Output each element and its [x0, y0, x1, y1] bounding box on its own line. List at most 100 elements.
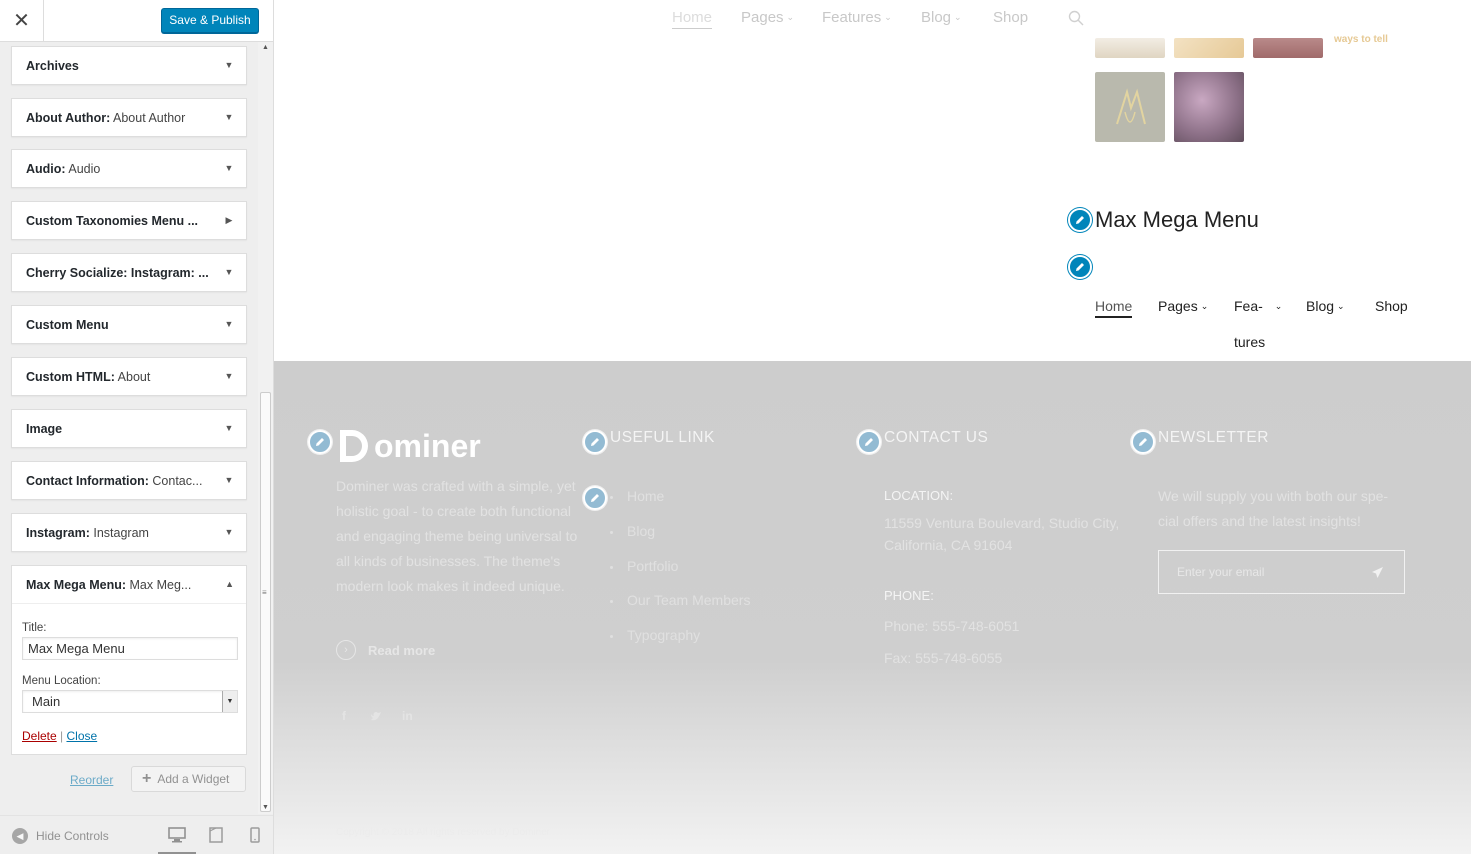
edit-shortcut-pencil-icon[interactable]	[1068, 208, 1092, 232]
bullet	[610, 600, 613, 603]
about-line: modern look makes it indeed unique.	[336, 578, 565, 594]
close-customizer-icon[interactable]: ✕	[0, 0, 44, 41]
tablet-preview-icon[interactable]	[207, 827, 225, 843]
widget-instagram[interactable]: Instagram: Instagram ▼	[11, 513, 247, 552]
scrollbar-thumb[interactable]	[260, 392, 271, 812]
mega-nav-features[interactable]: Fea- ⌄	[1234, 298, 1282, 314]
nav-blog-label: Blog	[921, 9, 952, 26]
widget-max-mega-menu-expanded: Max Mega Menu: Max Meg... ▲ Title: Max M…	[11, 565, 247, 755]
widget-max-mega-menu-header[interactable]: Max Mega Menu: Max Meg... ▲	[12, 566, 246, 604]
widget-name: Archives	[26, 59, 79, 73]
widget-custom-menu[interactable]: Custom Menu ▼	[11, 305, 247, 344]
customizer-footer: ◀ Hide Controls	[0, 815, 273, 854]
widget-title: Max Mega Menu	[1095, 207, 1259, 232]
instagram-thumb[interactable]	[1174, 38, 1244, 58]
scroll-up-icon[interactable]: ▲	[258, 42, 273, 54]
edit-shortcut-pencil-icon[interactable]	[583, 486, 607, 510]
about-line: and engaging theme being universal to	[336, 528, 578, 544]
site-header-nav: Home Pages ⌄ Features ⌄ Blog ⌄ Shop	[274, 0, 1471, 38]
scroll-grip-icon: ≡	[262, 588, 267, 597]
desktop-preview-icon[interactable]	[168, 827, 186, 843]
footer-link-portfolio[interactable]: Portfolio	[627, 558, 678, 574]
footer-link-blog[interactable]: Blog	[627, 523, 655, 539]
edit-shortcut-pencil-icon[interactable]	[857, 430, 881, 454]
close-widget-link[interactable]: Close	[66, 729, 97, 743]
widget-cherry-socialize[interactable]: Cherry Socialize: Instagram: ... ▼	[11, 253, 247, 292]
expand-arrow-icon[interactable]: ▼	[224, 319, 234, 329]
widget-name: Cherry Socialize: Instagram: ...	[26, 266, 209, 280]
chevron-down-icon: ⌄	[1337, 301, 1345, 311]
mega-nav-shop[interactable]: Shop	[1375, 298, 1408, 314]
nav-blog[interactable]: Blog ⌄	[921, 9, 962, 26]
footer-link-home[interactable]: Home	[627, 488, 664, 504]
edit-shortcut-pencil-icon[interactable]	[1068, 255, 1092, 279]
newsletter-email-input[interactable]: Enter your email	[1158, 550, 1405, 594]
expand-arrow-icon[interactable]: ▼	[224, 423, 234, 433]
menu-location-select[interactable]: Main ▼	[22, 690, 238, 713]
location-address: 11559 Ventura Boulevard, Studio City, Ca…	[884, 512, 1119, 556]
reorder-link[interactable]: Reorder	[70, 773, 113, 787]
widget-audio[interactable]: Audio: Audio ▼	[11, 149, 247, 188]
expand-arrow-icon[interactable]: ▼	[224, 475, 234, 485]
widget-image[interactable]: Image ▼	[11, 409, 247, 448]
collapse-arrow-icon: ◀	[12, 828, 28, 844]
delete-widget-link[interactable]: Delete	[22, 729, 57, 743]
nav-pages-label: Pages	[741, 9, 784, 26]
mega-nav-blog-label: Blog	[1306, 298, 1335, 314]
footer-link-typography[interactable]: Typography	[627, 627, 700, 643]
expand-arrow-icon[interactable]: ▼	[224, 60, 234, 70]
linkedin-icon[interactable]: in	[402, 709, 413, 723]
expand-arrow-icon[interactable]: ▼	[224, 267, 234, 277]
twitter-icon[interactable]	[370, 711, 382, 722]
instagram-thumb[interactable]	[1253, 38, 1323, 58]
menu-location-value: Main	[32, 694, 61, 709]
nav-pages[interactable]: Pages ⌄	[741, 9, 794, 26]
expand-arrow-icon[interactable]: ▼	[224, 527, 234, 537]
widget-name: Audio:	[26, 162, 66, 176]
chevron-down-icon: ⌄	[954, 12, 962, 22]
chevron-down-icon: ⌄	[1274, 301, 1283, 311]
instagram-thumb[interactable]: ways to tell	[1332, 30, 1406, 52]
expand-arrow-icon[interactable]: ▼	[224, 163, 234, 173]
widget-archives[interactable]: Archives ▼	[11, 46, 247, 85]
footer-link-team[interactable]: Our Team Members	[627, 592, 750, 608]
sidebar-scrollbar[interactable]: ▲ ≡ ▼	[258, 42, 273, 814]
hide-controls-label: Hide Controls	[36, 829, 109, 843]
instagram-thumb[interactable]	[1174, 72, 1244, 142]
widget-contact-information[interactable]: Contact Information: Contac... ▼	[11, 461, 247, 500]
collapse-arrow-icon[interactable]: ▲	[225, 579, 234, 589]
instagram-thumb[interactable]	[1095, 38, 1165, 58]
expand-arrow-icon[interactable]: ▼	[224, 371, 234, 381]
expand-arrow-icon[interactable]: ▼	[224, 112, 234, 122]
dropdown-arrow-icon[interactable]: ▼	[222, 691, 237, 712]
facebook-icon[interactable]: f	[342, 709, 346, 723]
contact-heading: CONTACT US	[884, 429, 989, 446]
send-icon[interactable]	[1371, 566, 1384, 579]
widget-custom-taxonomies-menu[interactable]: Custom Taxonomies Menu ... ▶	[11, 201, 247, 240]
expand-arrow-right-icon[interactable]: ▶	[224, 215, 234, 225]
read-more-link[interactable]: › Read more	[336, 640, 435, 660]
newsletter-line: We will supply you with both our spe-	[1158, 488, 1389, 504]
hide-controls-button[interactable]: ◀ Hide Controls	[12, 828, 109, 844]
nav-shop[interactable]: Shop	[993, 9, 1028, 26]
mega-nav-pages[interactable]: Pages ⌄	[1158, 298, 1208, 314]
widget-name: Custom Menu	[26, 318, 109, 332]
add-widget-button[interactable]: + Add a Widget	[131, 766, 246, 792]
edit-shortcut-pencil-icon[interactable]	[308, 430, 332, 454]
edit-shortcut-pencil-icon[interactable]	[1131, 430, 1155, 454]
mega-nav-home[interactable]: Home	[1095, 298, 1133, 318]
search-icon[interactable]	[1068, 10, 1084, 26]
edit-shortcut-pencil-icon[interactable]	[583, 430, 607, 454]
location-label: LOCATION:	[884, 488, 954, 503]
scroll-down-icon[interactable]: ▼	[258, 802, 273, 814]
instagram-thumb[interactable]	[1095, 72, 1165, 142]
newsletter-text: We will supply you with both our spe- ci…	[1158, 484, 1388, 534]
widget-custom-html[interactable]: Custom HTML: About ▼	[11, 357, 247, 396]
nav-home[interactable]: Home	[672, 9, 713, 29]
save-publish-button[interactable]: Save & Publish	[161, 8, 259, 33]
widget-about-author[interactable]: About Author: About Author ▼	[11, 98, 247, 137]
mega-nav-blog[interactable]: Blog ⌄	[1306, 298, 1345, 314]
title-input[interactable]: Max Mega Menu	[22, 637, 238, 660]
nav-features[interactable]: Features ⌄	[822, 9, 892, 26]
mobile-preview-icon[interactable]	[246, 827, 264, 843]
